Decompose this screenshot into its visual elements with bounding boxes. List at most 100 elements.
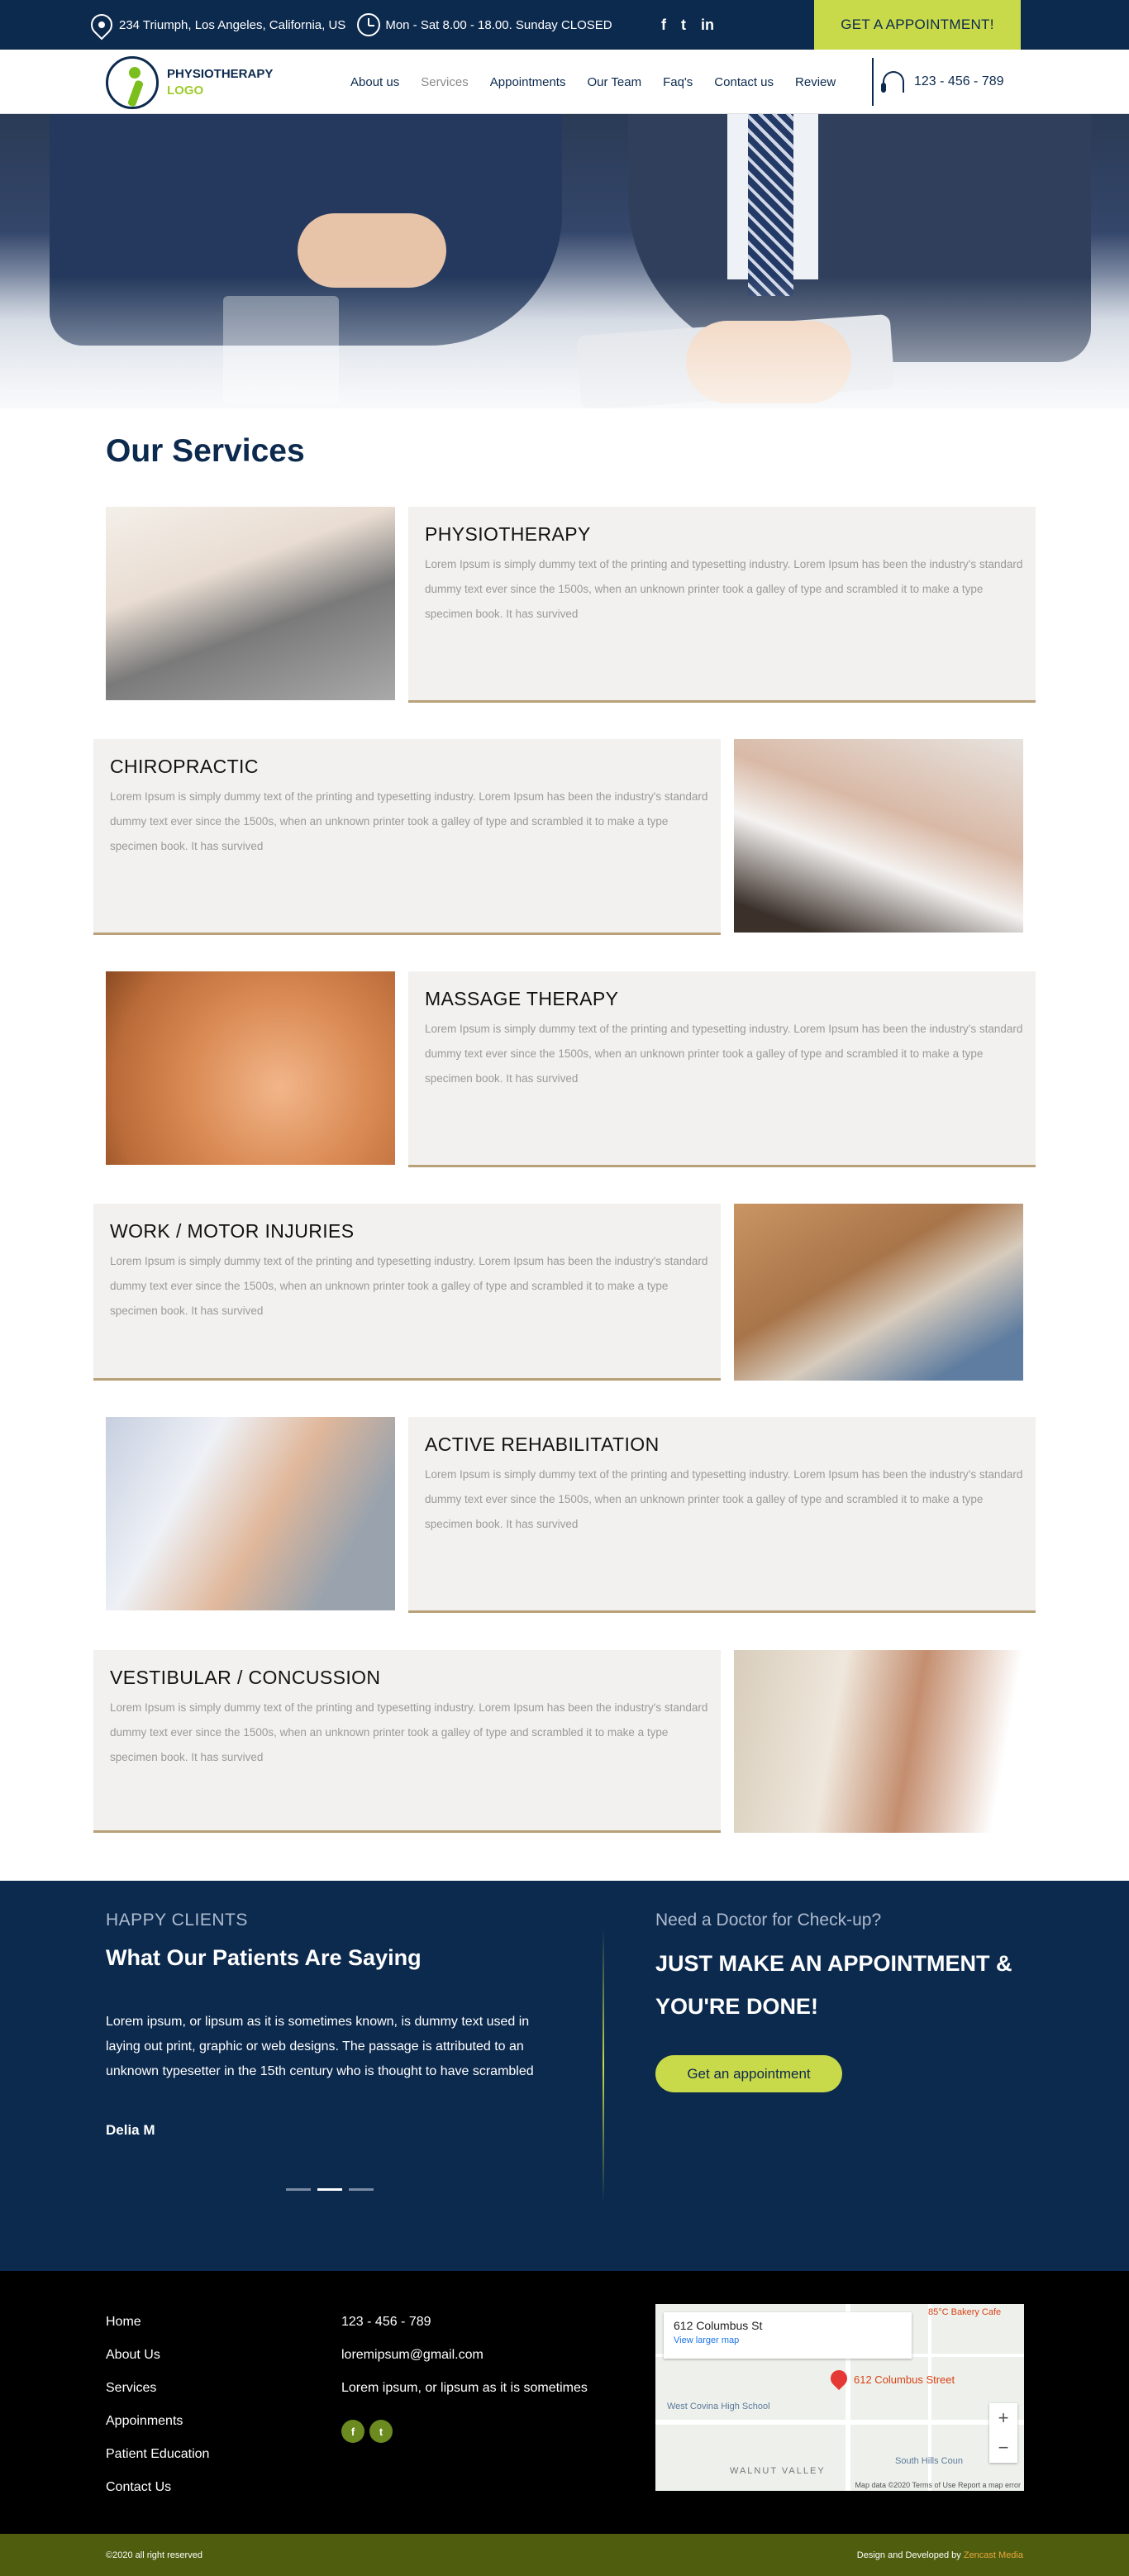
testimonials-heading: What Our Patients Are Saying [106,1945,422,1970]
service-title: PHYSIOTHERAPY [425,523,591,545]
map-place-label: 85°C Bakery Cafe [928,2307,1002,2317]
main-navbar: PHYSIOTHERAPY LOGO About us Services App… [0,50,1129,114]
map-pin-label: 612 Columbus Street [854,2373,955,2386]
service-description: Lorem Ipsum is simply dummy text of the … [110,790,708,852]
logo-icon [106,56,159,109]
service-card-chiropractic[interactable]: CHIROPRACTIC Lorem Ipsum is simply dummy… [93,739,721,935]
location-pin-icon [86,9,117,41]
footer-social: f t [341,2420,393,2443]
footer-phone[interactable]: 123 - 456 - 789 [341,2306,588,2339]
get-appointment-button[interactable]: GET A APPOINTMENT! [814,0,1021,50]
service-card-active-rehabilitation[interactable]: ACTIVE REHABILITATION Lorem Ipsum is sim… [408,1417,1036,1613]
carousel-dot[interactable] [286,2188,311,2191]
carousel-dot[interactable] [349,2188,374,2191]
map-zoom-control: + − [989,2403,1017,2463]
active-rehabilitation-image [106,1417,395,1610]
service-title: MASSAGE THERAPY [425,988,619,1009]
top-bar: 234 Triumph, Los Angeles, California, US… [0,0,1129,50]
services-section: Our Services PHYSIOTHERAPY Lorem Ipsum i… [0,408,1129,1881]
service-description: Lorem Ipsum is simply dummy text of the … [425,1468,1023,1530]
service-title: CHIROPRACTIC [110,756,259,777]
carousel-dot-active[interactable] [317,2188,342,2191]
site-footer: Home About Us Services Appoinments Patie… [0,2271,1129,2534]
footer-link-services[interactable]: Services [106,2372,209,2405]
service-title: WORK / MOTOR INJURIES [110,1220,355,1242]
nav-faqs[interactable]: Faq's [663,75,693,89]
footer-link-patient-education[interactable]: Patient Education [106,2438,209,2471]
twitter-icon[interactable]: t [681,17,686,34]
primary-nav: About us Services Appointments Our Team … [350,50,857,114]
credit-text: Design and Developed by Zencast Media [857,2550,1023,2560]
nav-about-us[interactable]: About us [350,75,399,89]
map-info-box: 612 Columbus St View larger map [664,2312,912,2359]
physiotherapy-image [106,507,395,700]
footer-link-appointments[interactable]: Appoinments [106,2405,209,2438]
linkedin-icon[interactable]: in [701,17,714,34]
nav-contact-us[interactable]: Contact us [714,75,774,89]
service-title: ACTIVE REHABILITATION [425,1433,660,1455]
footer-link-home[interactable]: Home [106,2306,209,2339]
twitter-icon[interactable]: t [369,2420,393,2443]
service-card-physiotherapy[interactable]: PHYSIOTHERAPY Lorem Ipsum is simply dumm… [408,507,1036,703]
chiropractic-image [734,739,1023,933]
testimonial-author: Delia M [106,2122,155,2138]
credit-prefix: Design and Developed by [856,2550,961,2560]
get-an-appointment-button[interactable]: Get an appointment [655,2055,842,2092]
facebook-icon[interactable]: f [341,2420,364,2443]
testimonials-eyebrow: HAPPY CLIENTS [106,1911,248,1930]
service-card-vestibular-concussion[interactable]: VESTIBULAR / CONCUSSION Lorem Ipsum is s… [93,1650,721,1833]
header-phone[interactable]: 123 - 456 - 789 [881,50,1004,114]
massage-therapy-image [106,971,395,1165]
checkup-heading: JUST MAKE AN APPOINTMENT & YOU'RE DONE! [655,1951,1012,2019]
zoom-in-icon[interactable]: + [989,2403,1017,2433]
testimonial-quote: Lorem ipsum, or lipsum as it is sometime… [106,2015,534,2078]
nav-services[interactable]: Services [421,75,469,89]
checkup-eyebrow: Need a Doctor for Check-up? [655,1911,882,1930]
nav-review[interactable]: Review [795,75,836,89]
map-place-label: South Hills Coun [895,2456,963,2466]
logo-title: PHYSIOTHERAPY [167,67,274,81]
hours-item: Mon - Sat 8.00 - 18.00. Sunday CLOSED [357,13,612,36]
location-map[interactable]: 612 Columbus St View larger map 612 Colu… [655,2304,1024,2491]
address-text: 234 Triumph, Los Angeles, California, US [119,17,346,32]
address-item: 234 Triumph, Los Angeles, California, US [86,9,346,41]
service-card-massage-therapy[interactable]: MASSAGE THERAPY Lorem Ipsum is simply du… [408,971,1036,1167]
map-place-label: West Covina High School [667,2402,770,2411]
nav-our-team[interactable]: Our Team [587,75,641,89]
testimonials-section: HAPPY CLIENTS What Our Patients Are Sayi… [0,1881,1129,2271]
header-phone-number: 123 - 456 - 789 [914,74,1004,88]
headset-icon [881,71,904,93]
carousel-dots [286,2188,374,2191]
hero-banner-image [0,114,1129,408]
logo-subtitle: LOGO [167,83,204,98]
hours-text: Mon - Sat 8.00 - 18.00. Sunday CLOSED [385,17,612,32]
service-description: Lorem Ipsum is simply dummy text of the … [110,1255,708,1317]
service-description: Lorem Ipsum is simply dummy text of the … [425,558,1023,620]
zoom-out-icon[interactable]: − [989,2433,1017,2463]
nav-divider [872,58,874,106]
service-card-work-motor-injuries[interactable]: WORK / MOTOR INJURIES Lorem Ipsum is sim… [93,1204,721,1381]
footer-link-contact-us[interactable]: Contact Us [106,2471,209,2504]
credit-brand-link[interactable]: Zencast Media [964,2550,1023,2560]
map-address: 612 Columbus St [674,2319,763,2332]
services-heading: Our Services [106,433,305,469]
footer-blurb: Lorem ipsum, or lipsum as it is sometime… [341,2381,588,2395]
footer-contact: 123 - 456 - 789 loremipsum@gmail.com Lor… [341,2306,588,2405]
section-divider [603,1929,604,2202]
bottom-bar: ©2020 all right reserved Design and Deve… [0,2534,1129,2576]
copyright-text: ©2020 all right reserved [106,2550,202,2560]
nav-appointments[interactable]: Appointments [490,75,566,89]
site-logo[interactable]: PHYSIOTHERAPY LOGO [106,56,273,109]
view-larger-map-link[interactable]: View larger map [674,2335,902,2345]
service-description: Lorem Ipsum is simply dummy text of the … [425,1023,1023,1085]
footer-email[interactable]: loremipsum@gmail.com [341,2339,588,2372]
facebook-icon[interactable]: f [661,17,666,34]
footer-link-about-us[interactable]: About Us [106,2339,209,2372]
map-terms: Map data ©2020 Terms of Use Report a map… [855,2481,1021,2489]
map-place-label: WALNUT VALLEY [730,2466,826,2476]
clock-icon [357,13,381,36]
footer-links: Home About Us Services Appoinments Patie… [106,2306,209,2504]
vestibular-concussion-image [734,1650,1023,1833]
service-description: Lorem Ipsum is simply dummy text of the … [110,1701,708,1763]
work-injury-image [734,1204,1023,1381]
